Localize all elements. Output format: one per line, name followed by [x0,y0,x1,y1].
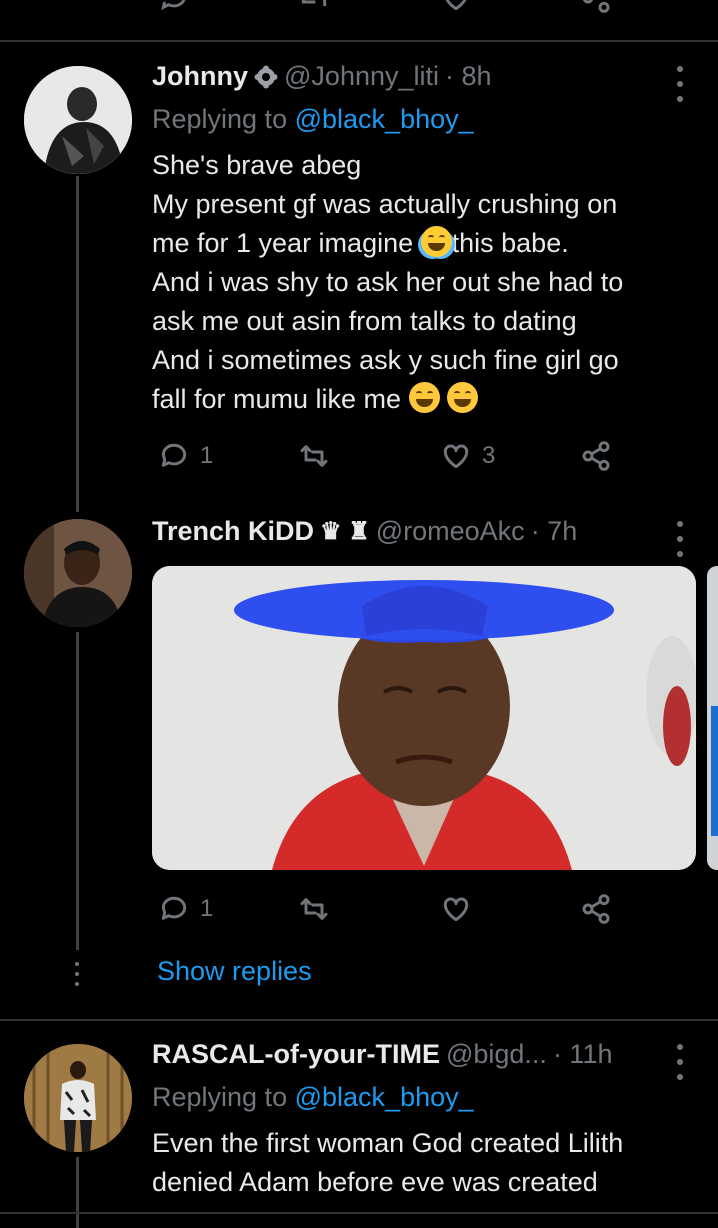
more-icon[interactable] [668,66,692,102]
tweet-text: Even the first woman God created Lilith … [152,1124,692,1202]
text-line: She's brave abeg [152,150,362,180]
reply-icon[interactable] [158,0,190,14]
reply-icon [161,443,187,467]
like-button[interactable] [440,893,472,925]
avatar[interactable] [24,66,132,174]
heart-icon [443,444,469,469]
text-line: me for 1 year imagine this babe. [152,224,692,263]
previous-tweet-actions [152,0,622,18]
show-replies-link[interactable]: Show replies [157,956,312,987]
display-name[interactable]: Johnny [152,61,248,92]
text-fragment: fall for mumu like me [152,384,409,414]
retweet-icon [300,898,328,920]
share-button[interactable] [580,440,612,472]
tweet-actions: 1 3 [152,440,622,480]
next-image-edge [707,566,718,870]
weary-face-emoji-icon [447,382,479,413]
thread-connector [76,1157,79,1228]
tweet-divider [0,1212,718,1214]
display-name[interactable]: RASCAL-of-your-TIME [152,1039,440,1070]
text-line: And i was shy to ask her out she had to [152,267,624,297]
retweet-icon[interactable] [298,0,330,14]
reply-count: 1 [200,895,214,922]
share-icon [582,441,610,471]
thread-connector [76,632,79,950]
tweet-time: · 7h [530,516,578,546]
tweet-divider [0,40,718,42]
share-icon[interactable] [580,0,612,14]
tweet-image[interactable] [152,566,696,870]
text-line: denied Adam before eve was created [152,1167,598,1197]
text-line: fall for mumu like me [152,380,692,419]
replying-to-prefix: Replying to [152,104,288,134]
heart-icon [443,897,469,922]
display-name[interactable]: Trench KiDD [152,516,314,547]
text-line: And i sometimes ask y such fine girl go [152,345,619,375]
thread-connector [76,176,79,512]
text-fragment: this babe. [451,228,569,258]
like-button[interactable]: 3 [440,440,495,472]
retweet-button[interactable] [298,440,340,472]
user-handle[interactable]: @Johnny_liti [284,61,439,92]
tweet-time: · 8h [445,61,492,91]
share-button[interactable] [580,893,612,925]
heart-icon[interactable] [440,0,472,14]
tweet-header: Trench KiDD ♛ ♜ @romeoAkc · 7h [152,516,577,547]
tweet-text: She's brave abeg My present gf was actua… [152,146,692,419]
retweet-icon [300,445,328,467]
more-icon[interactable] [668,521,692,557]
retweet-button[interactable] [298,893,330,925]
avatar[interactable] [24,1044,132,1152]
text-fragment: me for 1 year imagine [152,228,421,258]
text-line: ask me out asin from talks to dating [152,306,577,336]
reply-count: 1 [200,442,214,469]
tweet-time: · 11h [552,1039,613,1069]
text-line: My present gf was actually crushing on [152,189,618,219]
tweet-actions: 1 [152,893,622,933]
share-icon [582,894,610,924]
reply-button[interactable]: 1 [158,440,213,472]
tweet-divider [0,1019,718,1021]
user-handle[interactable]: @romeoAkc [376,516,525,547]
name-symbols: ♛ ♜ [320,518,370,545]
reply-icon [161,896,187,920]
weary-face-emoji-icon [408,382,440,413]
tweet-header: Johnny @Johnny_liti · 8h [152,61,492,92]
reply-button[interactable]: 1 [158,893,213,925]
user-handle[interactable]: @bigd... [446,1039,547,1070]
tweet-header: RASCAL-of-your-TIME @bigd... · 11h [152,1039,612,1070]
verified-badge-icon [254,65,278,88]
more-icon[interactable] [668,1044,692,1080]
text-line: Even the first woman God created Lilith [152,1128,624,1158]
replying-to-link[interactable]: @black_bhoy_ [295,1082,474,1112]
thread-ellipsis-icon [72,962,82,986]
laughing-tears-emoji-icon [420,226,452,257]
like-count: 3 [482,442,496,469]
replying-to-prefix: Replying to [152,1082,288,1112]
replying-to: Replying to @black_bhoy_ [152,1082,474,1113]
replying-to: Replying to @black_bhoy_ [152,104,474,135]
avatar[interactable] [24,519,132,627]
replying-to-link[interactable]: @black_bhoy_ [295,104,474,134]
